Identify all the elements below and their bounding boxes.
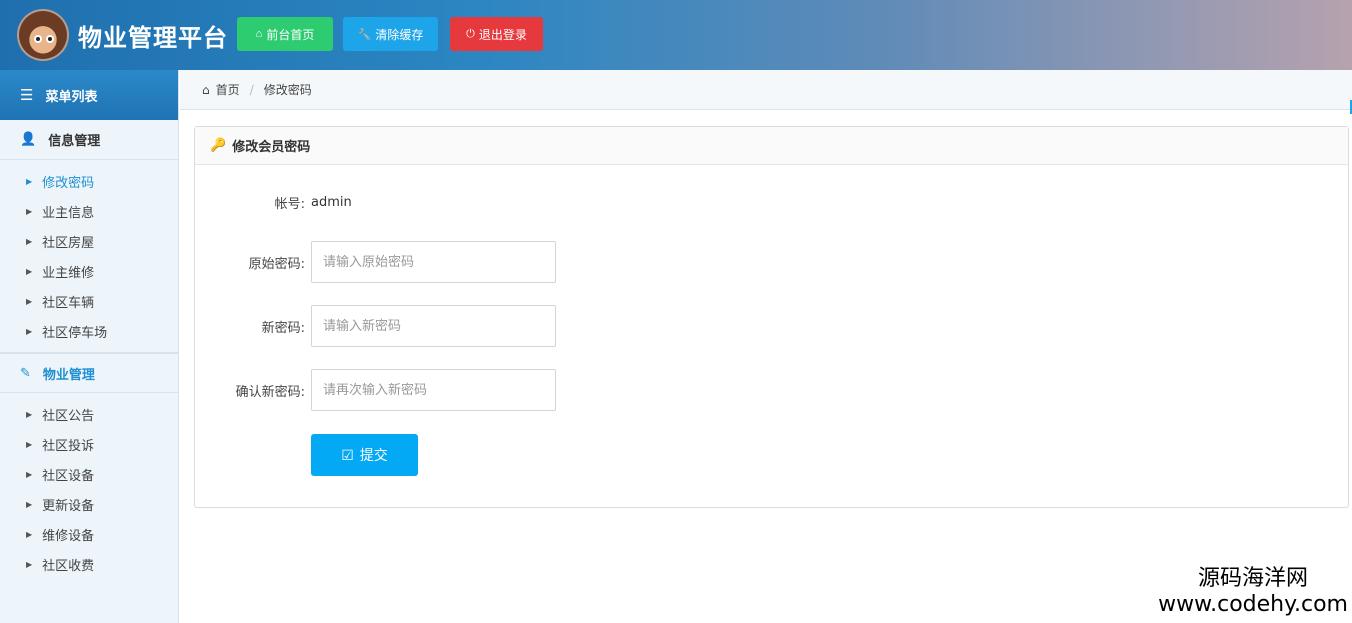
sidebar-item-community-equipment[interactable]: ▶ 社区设备: [0, 459, 178, 489]
panel-title: 修改会员密码: [232, 140, 311, 155]
sidebar-group-label: 信息管理: [48, 134, 101, 149]
new-password-input[interactable]: [311, 305, 556, 347]
sidebar-item-community-complaint[interactable]: ▶ 社区投诉: [0, 429, 178, 459]
sidebar-group-property-management[interactable]: ✎ 物业管理: [0, 353, 178, 393]
power-icon: ⏻: [466, 27, 475, 40]
breadcrumb: ⌂ 首页 / 修改密码: [180, 70, 1352, 110]
watermark-line2: www.codehy.com: [1158, 592, 1348, 617]
sidebar-item-owner-repair[interactable]: ▶ 业主维修: [0, 256, 178, 286]
sidebar-item-community-vehicles[interactable]: ▶ 社区车辆: [0, 286, 178, 316]
user-icon: 👤: [20, 132, 37, 147]
site-title: 物业管理平台: [78, 24, 228, 52]
caret-right-icon: ▶: [26, 559, 33, 569]
sidebar-item-community-notice[interactable]: ▶ 社区公告: [0, 399, 178, 429]
breadcrumb-current: 修改密码: [263, 83, 312, 97]
change-password-panel: 🔑 修改会员密码 帐号: admin 原始密码: 新密码: 确认新密码: ☑ 提…: [194, 126, 1349, 508]
watermark-line1: 源码海洋网: [1197, 566, 1308, 591]
submit-button[interactable]: ☑ 提交: [311, 434, 418, 476]
caret-right-icon: ▶: [26, 266, 33, 276]
sidebar-item-community-fees[interactable]: ▶ 社区收费: [0, 549, 178, 579]
confirm-password-input[interactable]: [311, 369, 556, 411]
account-row: 帐号: admin: [195, 193, 352, 212]
caret-right-icon: ▶: [26, 529, 33, 539]
sidebar-item-label: 社区公告: [42, 408, 95, 424]
sidebar-item-label: 社区车辆: [42, 295, 95, 311]
sidebar-item-change-password[interactable]: ▶ 修改密码: [0, 166, 178, 196]
clear-cache-label: 清除缓存: [375, 27, 424, 42]
list-icon: ☰: [20, 86, 34, 104]
key-icon: 🔑: [210, 138, 227, 153]
new-password-row: 新密码:: [195, 305, 556, 347]
sidebar-group-info-management[interactable]: 👤 信息管理: [0, 120, 178, 160]
sidebar-item-label: 业主维修: [42, 265, 95, 281]
caret-right-icon: ▶: [26, 469, 33, 479]
sidebar-item-label: 修改密码: [42, 175, 95, 191]
caret-right-icon: ▶: [26, 236, 33, 246]
sidebar-item-label: 社区收费: [42, 558, 95, 574]
new-password-label: 新密码:: [261, 320, 305, 336]
caret-right-icon: ▶: [26, 439, 33, 449]
sidebar-item-label: 社区停车场: [42, 325, 108, 341]
panel-header: 🔑 修改会员密码: [195, 127, 1348, 165]
sidebar-item-label: 社区投诉: [42, 438, 95, 454]
sidebar-item-repair-equipment[interactable]: ▶ 维修设备: [0, 519, 178, 549]
sidebar-item-community-parking[interactable]: ▶ 社区停车场: [0, 316, 178, 346]
frontend-home-label: 前台首页: [266, 27, 315, 42]
sidebar-item-community-houses[interactable]: ▶ 社区房屋: [0, 226, 178, 256]
avatar: [17, 9, 69, 61]
check-square-icon: ☑: [341, 446, 354, 463]
sidebar-item-label: 社区房屋: [42, 235, 95, 251]
home-icon: ⌂: [255, 28, 263, 40]
confirm-password-row: 确认新密码:: [195, 369, 556, 411]
menu-title: 菜单列表: [45, 89, 98, 105]
watermark: 源码海洋网 www.codehy.com: [1158, 560, 1348, 617]
caret-right-icon: ▶: [26, 206, 33, 216]
sidebar-submenu-info: ▶ 修改密码 ▶ 业主信息 ▶ 社区房屋 ▶ 业主维修 ▶ 社区车辆 ▶ 社区停车场: [0, 160, 178, 353]
old-password-label: 原始密码:: [248, 256, 305, 272]
confirm-password-label: 确认新密码:: [235, 384, 305, 400]
submit-label: 提交: [359, 447, 388, 463]
caret-right-icon: ▶: [26, 499, 33, 509]
wrench-icon: 🔧: [357, 28, 372, 41]
caret-right-icon: ▶: [26, 176, 33, 186]
breadcrumb-separator: /: [249, 82, 254, 97]
old-password-input[interactable]: [311, 241, 556, 283]
sidebar: ☰ 菜单列表 👤 信息管理 ▶ 修改密码 ▶ 业主信息 ▶ 社区房屋 ▶ 业主维修 ▶ 社…: [0, 70, 179, 623]
sidebar-group-label: 物业管理: [42, 367, 95, 383]
account-label: 帐号:: [274, 197, 305, 212]
clear-cache-button[interactable]: 🔧 清除缓存: [343, 17, 438, 51]
sidebar-submenu-property: ▶ 社区公告 ▶ 社区投诉 ▶ 社区设备 ▶ 更新设备 ▶ 维修设备 ▶ 社区收费: [0, 393, 178, 585]
account-value: admin: [311, 195, 352, 210]
sidebar-item-label: 社区设备: [42, 468, 95, 484]
sidebar-item-label: 业主信息: [42, 205, 95, 221]
logout-label: 退出登录: [478, 27, 527, 42]
caret-right-icon: ▶: [26, 409, 33, 419]
frontend-home-button[interactable]: ⌂ 前台首页: [237, 17, 333, 51]
top-header: 物业管理平台 ⌂ 前台首页 🔧 清除缓存 ⏻ 退出登录: [0, 0, 1352, 70]
menu-header: ☰ 菜单列表: [0, 70, 178, 120]
sidebar-item-update-equipment[interactable]: ▶ 更新设备: [0, 489, 178, 519]
caret-right-icon: ▶: [26, 326, 33, 336]
home-icon: ⌂: [202, 82, 210, 97]
sidebar-item-label: 维修设备: [42, 528, 95, 544]
sidebar-item-label: 更新设备: [42, 498, 95, 514]
sidebar-item-owner-info[interactable]: ▶ 业主信息: [0, 196, 178, 226]
breadcrumb-home-link[interactable]: 首页: [216, 81, 240, 98]
caret-right-icon: ▶: [26, 296, 33, 306]
old-password-row: 原始密码:: [195, 241, 556, 283]
edit-icon: ✎: [20, 365, 31, 381]
logout-button[interactable]: ⏻ 退出登录: [450, 17, 543, 51]
